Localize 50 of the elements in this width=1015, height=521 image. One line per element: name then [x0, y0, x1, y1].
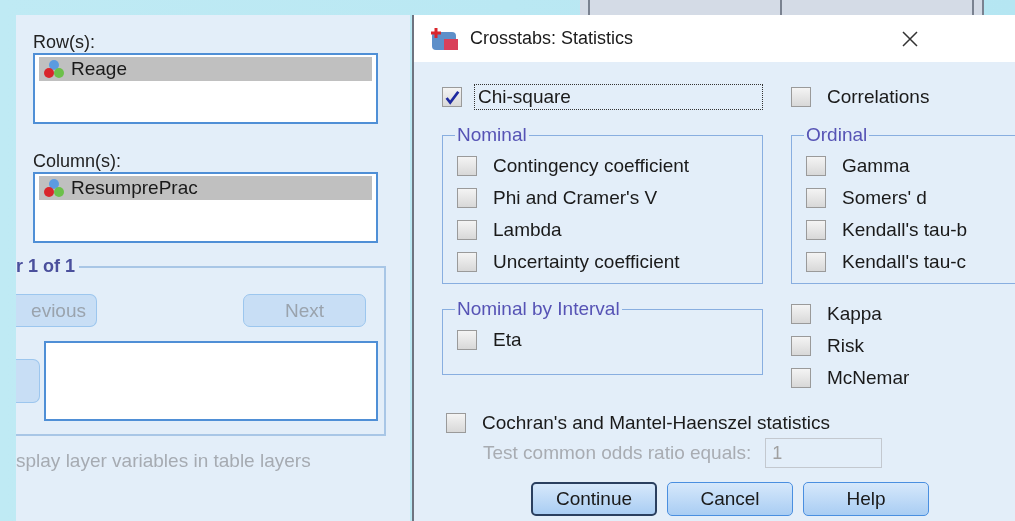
checkbox[interactable] [806, 252, 826, 272]
checkbox[interactable] [457, 156, 477, 176]
variable-item[interactable]: ResumprePrac [39, 176, 372, 200]
checkbox-label: Kendall's tau-c [841, 250, 968, 274]
layer-list[interactable] [44, 341, 378, 421]
dialog-button[interactable]: Cancel [667, 482, 793, 516]
checkbox[interactable] [806, 220, 826, 240]
checkbox[interactable] [791, 336, 811, 356]
dialog-button[interactable]: Help [803, 482, 929, 516]
variable-icon [43, 59, 65, 79]
checkbox[interactable] [457, 330, 477, 350]
checkbox-label: Chi-square [474, 84, 763, 110]
checkbox-label: Kappa [826, 302, 883, 326]
checkbox[interactable] [791, 368, 811, 388]
checkbox-label: Eta [492, 328, 523, 352]
checkbox-label: Gamma [841, 154, 911, 178]
field-label: Test common odds ratio equals: [483, 442, 752, 464]
checkbox-label: McNemar [826, 366, 911, 390]
variable-item[interactable]: Reage [39, 57, 372, 81]
checkbox[interactable] [457, 252, 477, 272]
columns-label: Column(s): [33, 150, 122, 172]
checkbox-label: Correlations [826, 85, 931, 109]
checkbox-label: Phi and Cramer's V [492, 186, 659, 210]
dialog-button[interactable]: Continue [531, 482, 657, 516]
group-title: Nominal [456, 124, 528, 146]
checkbox-label: Cochran's and Mantel-Haenszel statistics [481, 411, 831, 435]
checkbox[interactable] [457, 220, 477, 240]
checkbox-label: Contingency coefficient [492, 154, 691, 178]
checkbox[interactable] [791, 304, 811, 324]
checkbox[interactable] [806, 156, 826, 176]
rows-label: Row(s): [33, 31, 96, 53]
group-title: Nominal by Interval [456, 298, 621, 320]
close-icon[interactable] [902, 30, 918, 47]
checkbox[interactable] [457, 188, 477, 208]
columns-list[interactable]: ResumprePrac [33, 172, 378, 243]
window-title: Crosstabs: Statistics [470, 28, 634, 49]
checkbox-label: Lambda [492, 218, 563, 242]
checkbox-label: Risk [826, 334, 865, 358]
checkbox[interactable] [791, 87, 811, 107]
checkbox-label: Kendall's tau-b [841, 218, 969, 242]
checkbox[interactable] [446, 413, 466, 433]
checkbox-label: Somers' d [841, 186, 928, 210]
variable-icon [43, 178, 65, 198]
group-title: Ordinal [805, 124, 869, 146]
checkbox-label: Uncertainty coefficient [492, 250, 681, 274]
checkbox[interactable] [442, 87, 462, 107]
move-button[interactable] [16, 359, 40, 403]
rows-list[interactable]: Reage [33, 53, 378, 124]
checkbox[interactable] [806, 188, 826, 208]
crosstabs-icon [430, 25, 460, 52]
